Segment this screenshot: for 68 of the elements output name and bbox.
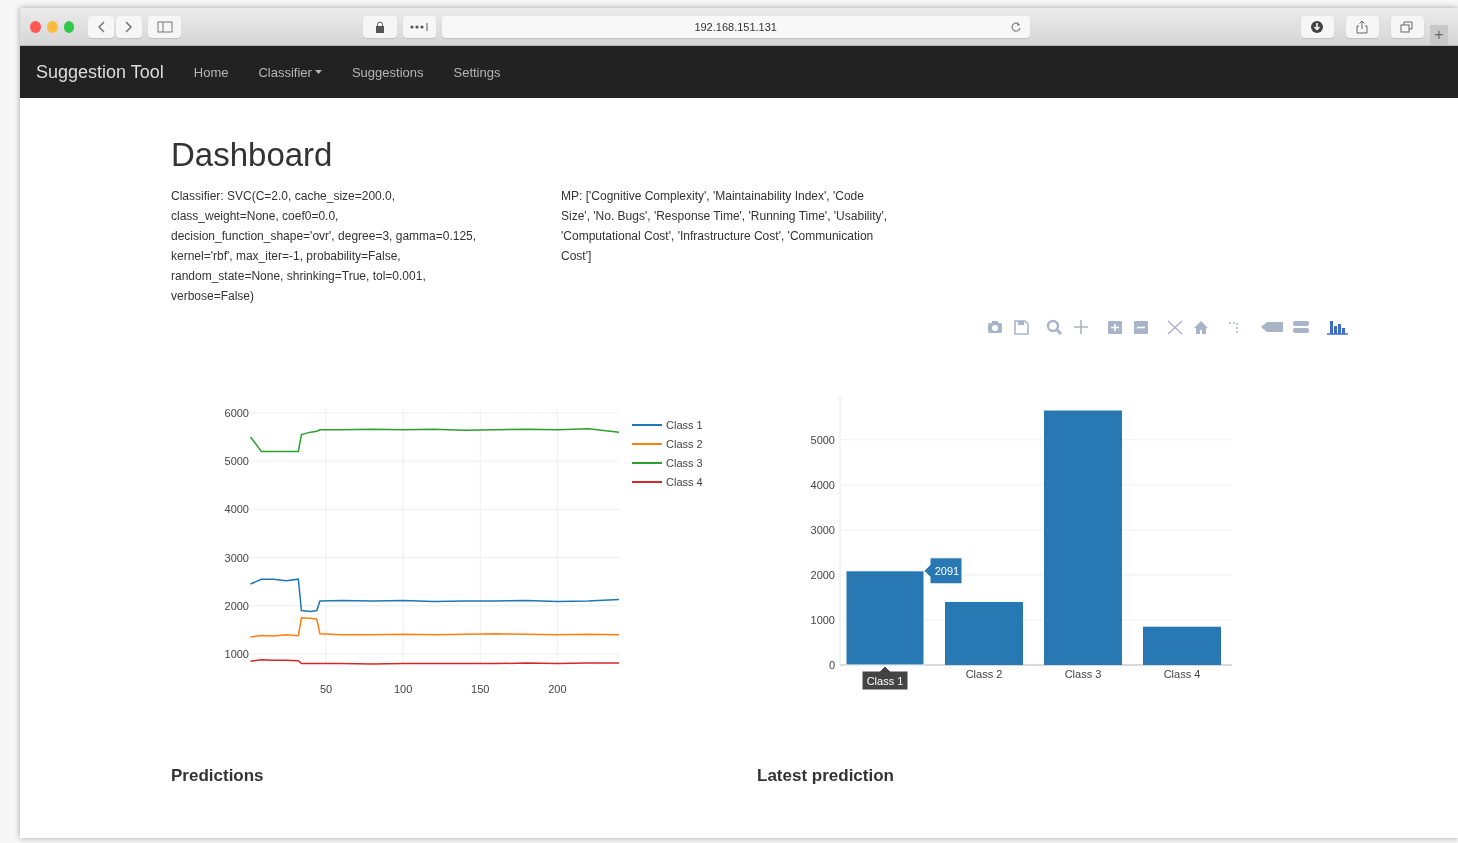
lock-icon (375, 20, 385, 33)
section-heading: Latest prediction (757, 766, 895, 786)
stacked-bars-icon[interactable] (1291, 318, 1311, 336)
axis-tick-label: 150 (471, 683, 490, 695)
axis-tick-label: 50 (319, 683, 333, 695)
axis-tick-label: 1000 (224, 647, 249, 660)
maximize-window-button[interactable] (63, 20, 75, 33)
axis-tick-label: 4000 (224, 503, 249, 516)
legend-label[interactable]: Class 2 (666, 438, 703, 450)
bar[interactable] (845, 570, 925, 666)
share-icon (1356, 19, 1369, 34)
share-button[interactable] (1345, 15, 1379, 38)
autoscale-icon[interactable] (1165, 318, 1185, 336)
axis-tick-label: Class 4 (1163, 668, 1201, 680)
sidebar-button[interactable] (148, 15, 182, 38)
axis-tick-label: Class 2 (965, 668, 1003, 680)
more-button[interactable] (402, 15, 436, 38)
tabs-icon (1400, 20, 1415, 33)
x-tick-label: Class 1 (866, 675, 904, 687)
metrics-description: MP: ['Cognitive Complexity', 'Maintainability Index', 'Code Size', 'No. Bugs', 'Response Time', 'Running Time', 'Usability', 'Computational Cost', 'Infrastructure Cost', 'Communication Cost'] (561, 188, 889, 265)
nav-link[interactable]: Settings (453, 64, 501, 80)
value-tooltip: 2091 (923, 557, 963, 585)
axis-tick-label: 100 (394, 683, 413, 695)
bar[interactable] (1143, 626, 1221, 665)
nav-link[interactable]: Classifier (258, 64, 322, 80)
page-title: Dashboard (171, 136, 334, 174)
camera-icon[interactable] (985, 318, 1005, 336)
pan-icon[interactable] (1071, 318, 1091, 336)
dots-icon (409, 22, 430, 31)
nav-link[interactable]: Suggestions (351, 64, 424, 80)
section-heading: Predictions (171, 766, 265, 786)
axis-tick-label: 5000 (224, 455, 249, 468)
sidebar-icon (156, 20, 173, 33)
axis-tick-label: 0 (828, 659, 835, 671)
tabs-button[interactable] (1390, 15, 1425, 38)
zoom-out-icon[interactable] (1131, 318, 1151, 336)
axis-tick-label: Class 3 (1064, 668, 1102, 680)
download-icon (1310, 19, 1325, 34)
minimize-window-button[interactable] (46, 20, 58, 33)
forward-button[interactable] (116, 15, 143, 38)
save-icon[interactable] (1011, 318, 1031, 336)
legend-label[interactable]: Class 3 (666, 457, 703, 469)
classifier-description: Classifier: SVC(C=2.0, cache_size=200.0, class_weight=None, coef0=0.0, decision_function_shape='ovr', degree=3, gamma=0.125, kernel='rbf', max_iter=-1, probability=False, random_state=None, shrinking=True, tol=0.001, verbose=False) (171, 188, 478, 305)
axis-tick-label: 4000 (810, 478, 835, 491)
reload-icon[interactable] (1009, 20, 1022, 33)
axis-tick-label: 2000 (810, 568, 835, 581)
legend-label[interactable]: Class 4 (666, 476, 703, 488)
axis-tick-label: 2000 (224, 599, 249, 612)
bar-chart-icon[interactable] (1325, 318, 1349, 336)
axis-tick-label: 5000 (810, 433, 835, 446)
axis-tick-label: 1000 (810, 613, 835, 626)
category-tooltip: Class 1 (861, 665, 909, 691)
zoom-in-icon[interactable] (1105, 318, 1125, 336)
address-field[interactable]: 192.168.151.131 (441, 15, 1030, 38)
zoom-icon[interactable] (1045, 318, 1065, 336)
close-window-button[interactable] (30, 20, 41, 33)
legend-label[interactable]: Class 1 (666, 419, 703, 431)
back-button[interactable] (88, 15, 115, 38)
nav-link[interactable]: Home (193, 64, 229, 80)
chevron-left-icon (97, 20, 106, 33)
axis-tick-label: 3000 (810, 523, 835, 536)
download-button[interactable] (1300, 15, 1334, 38)
lock-button[interactable] (363, 15, 397, 38)
chevron-right-icon (125, 20, 134, 33)
axis-tick-label: 200 (548, 683, 567, 695)
axis-tick-label: 3000 (224, 551, 249, 564)
brand-link[interactable]: Suggestion Tool (36, 61, 164, 83)
axis-tick-label: 6000 (224, 406, 249, 419)
